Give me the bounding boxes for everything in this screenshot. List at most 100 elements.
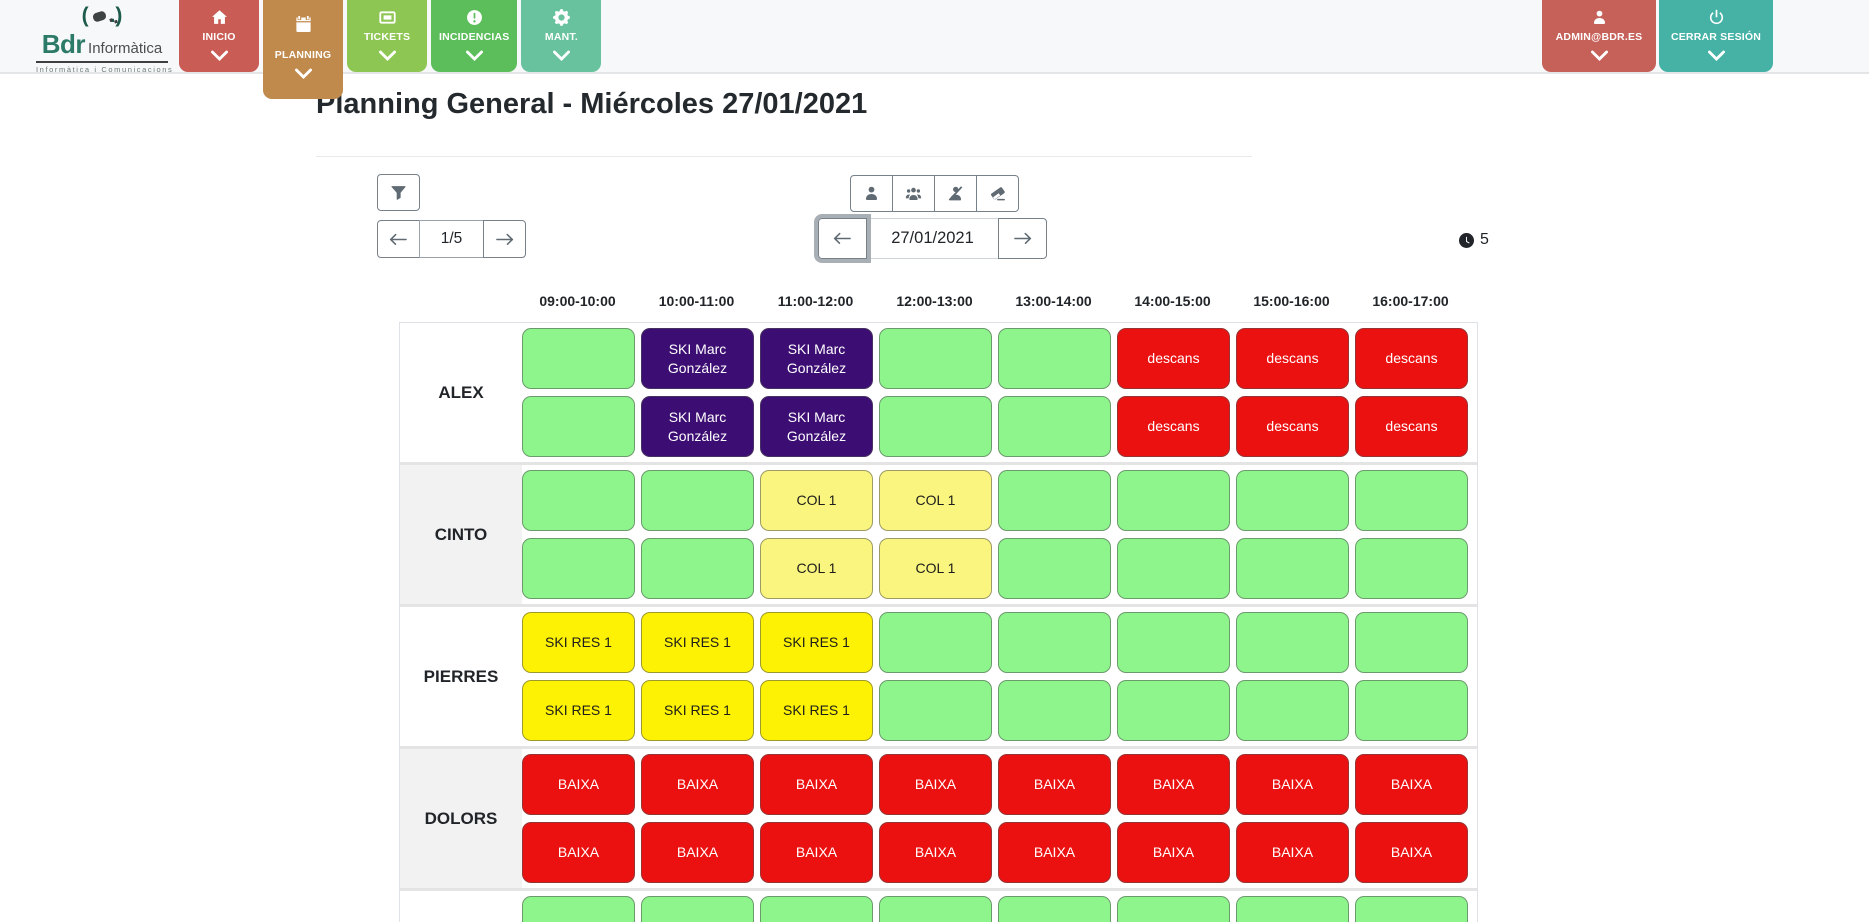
slot-cell[interactable] (760, 896, 873, 922)
slot-cell[interactable]: SKI Marc González (641, 328, 754, 389)
slot-cell[interactable]: SKI RES 1 (522, 612, 635, 673)
menu-button-mant[interactable]: MANT. (521, 0, 601, 72)
pager-prev-button[interactable] (377, 220, 420, 258)
slot-cell[interactable] (641, 538, 754, 599)
slot-cell[interactable] (1117, 470, 1230, 531)
slot-cell[interactable] (1355, 538, 1468, 599)
slot-cell[interactable]: BAIXA (998, 754, 1111, 815)
slot-cell[interactable] (998, 896, 1111, 922)
slot-cell[interactable] (1236, 538, 1349, 599)
slot-cell[interactable]: BAIXA (1355, 822, 1468, 883)
slot-cell[interactable]: descans (1355, 396, 1468, 457)
slot-cell[interactable] (522, 328, 635, 389)
menu-button-account[interactable]: ADMIN@BDR.ES (1542, 0, 1656, 72)
pager-next-button[interactable] (483, 220, 526, 258)
slot-cell[interactable]: COL 1 (879, 470, 992, 531)
menu-button-logout[interactable]: CERRAR SESIÓN (1659, 0, 1773, 72)
person-tool-button[interactable] (850, 175, 893, 212)
slot-cell[interactable]: BAIXA (1117, 754, 1230, 815)
menu-button-incidencias[interactable]: INCIDENCIAS (431, 0, 517, 72)
slot-cell[interactable] (1236, 612, 1349, 673)
slot-cell[interactable]: BAIXA (1236, 754, 1349, 815)
slot-cell[interactable]: SKI Marc González (760, 396, 873, 457)
menu-button-planning[interactable]: PLANNING (263, 0, 343, 99)
slot-cell[interactable] (998, 612, 1111, 673)
date-prev-button[interactable] (818, 218, 867, 259)
slot-cell[interactable] (998, 328, 1111, 389)
slot-cell[interactable]: BAIXA (879, 754, 992, 815)
slot-row: SKI RES 1SKI RES 1SKI RES 1 (522, 612, 1477, 673)
slot-cell[interactable]: BAIXA (998, 822, 1111, 883)
slot-cell[interactable]: BAIXA (760, 754, 873, 815)
slot-cell[interactable] (879, 612, 992, 673)
date-next-button[interactable] (998, 218, 1047, 259)
eraser-icon (989, 185, 1006, 202)
slot-cell[interactable]: COL 1 (760, 470, 873, 531)
slot-cell[interactable]: BAIXA (522, 754, 635, 815)
person-slash-tool-button[interactable] (934, 175, 977, 212)
slot-cell[interactable]: SKI RES 1 (760, 612, 873, 673)
slot-cell[interactable] (522, 470, 635, 531)
menu-label-tickets: TICKETS (364, 31, 410, 43)
slot-cell[interactable] (1117, 896, 1230, 922)
slot-cell[interactable]: SKI Marc González (760, 328, 873, 389)
chevron-down-icon (379, 47, 396, 64)
slot-cell[interactable]: COL 1 (760, 538, 873, 599)
worker-group: CINTOCOL 1COL 1COL 1COL 1 (400, 462, 1477, 604)
slot-cell[interactable]: descans (1117, 396, 1230, 457)
slot-cell[interactable]: SKI RES 1 (522, 680, 635, 741)
slot-cell[interactable]: COL 1 (879, 538, 992, 599)
slot-cell[interactable] (1355, 896, 1468, 922)
eraser-tool-button[interactable] (976, 175, 1019, 212)
slot-cell[interactable]: BAIXA (641, 754, 754, 815)
slot-cell[interactable]: BAIXA (1236, 822, 1349, 883)
slot-cell[interactable]: SKI RES 1 (641, 612, 754, 673)
slot-cell[interactable] (1117, 680, 1230, 741)
slot-cell[interactable] (1117, 612, 1230, 673)
slot-cell[interactable] (879, 680, 992, 741)
slot-cell[interactable]: BAIXA (1117, 822, 1230, 883)
slot-cell[interactable] (998, 470, 1111, 531)
slot-cell[interactable] (879, 396, 992, 457)
people-tool-button[interactable] (892, 175, 935, 212)
worker-rows: SKI Marc GonzálezSKI Marc Gonzálezdescan… (522, 323, 1477, 462)
slot-cell[interactable] (1236, 680, 1349, 741)
slot-cell[interactable]: BAIXA (760, 822, 873, 883)
slot-cell[interactable]: SKI Marc González (641, 396, 754, 457)
slot-cell[interactable]: BAIXA (641, 822, 754, 883)
slot-cell[interactable] (522, 896, 635, 922)
brand-tagline: Informàtica i Comunicacions (36, 65, 168, 74)
slot-cell[interactable]: BAIXA (522, 822, 635, 883)
slot-cell[interactable] (1117, 538, 1230, 599)
slot-cell[interactable]: BAIXA (1355, 754, 1468, 815)
worker-rows: SKI RES 1SKI RES 1SKI RES 1SKI RES 1SKI … (522, 607, 1477, 746)
slot-cell[interactable] (879, 896, 992, 922)
slot-cell[interactable] (1236, 470, 1349, 531)
slot-cell[interactable]: BAIXA (879, 822, 992, 883)
clock-icon (1459, 233, 1474, 248)
time-column-header: 12:00-13:00 (878, 293, 991, 309)
menu-button-inicio[interactable]: INICIO (179, 0, 259, 72)
menu-button-tickets[interactable]: TICKETS (347, 0, 427, 72)
slot-cell[interactable]: SKI RES 1 (760, 680, 873, 741)
slot-cell[interactable] (522, 538, 635, 599)
slot-cell[interactable]: descans (1355, 328, 1468, 389)
slot-cell[interactable] (641, 470, 754, 531)
slot-cell[interactable] (998, 538, 1111, 599)
brand-logo[interactable]: (.) BdrInformàtica Informàtica i Comunic… (36, 3, 168, 74)
slot-cell[interactable] (1355, 470, 1468, 531)
slot-cell[interactable] (1236, 896, 1349, 922)
date-value[interactable]: 27/01/2021 (866, 218, 999, 259)
slot-cell[interactable] (998, 680, 1111, 741)
slot-cell[interactable]: SKI RES 1 (641, 680, 754, 741)
slot-cell[interactable] (879, 328, 992, 389)
slot-cell[interactable]: descans (1236, 396, 1349, 457)
slot-cell[interactable] (1355, 680, 1468, 741)
filter-button[interactable] (377, 174, 420, 211)
slot-cell[interactable] (1355, 612, 1468, 673)
slot-cell[interactable] (998, 396, 1111, 457)
slot-cell[interactable] (522, 396, 635, 457)
slot-cell[interactable]: descans (1236, 328, 1349, 389)
slot-cell[interactable]: descans (1117, 328, 1230, 389)
slot-cell[interactable] (641, 896, 754, 922)
